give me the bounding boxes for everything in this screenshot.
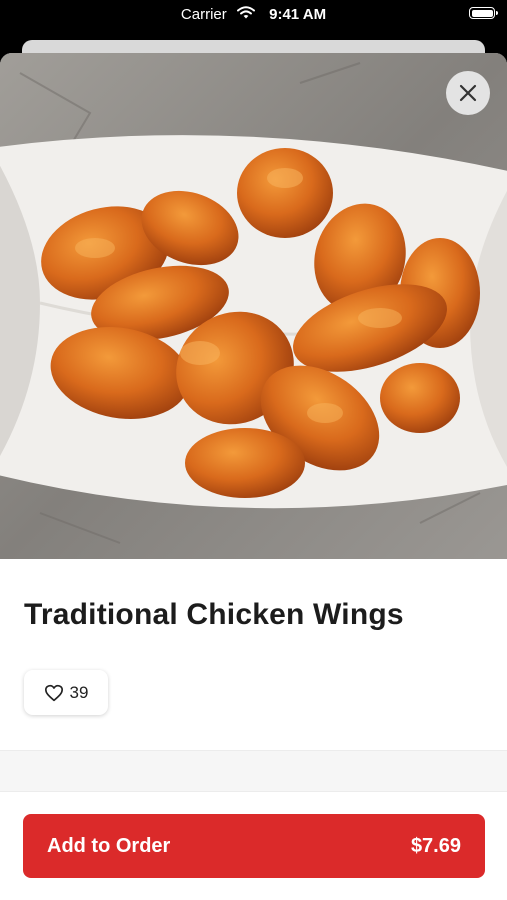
- add-to-order-button[interactable]: Add to Order $7.69: [23, 814, 485, 878]
- item-detail-sheet: Traditional Chicken Wings 39 Add to Orde…: [0, 53, 507, 900]
- wifi-icon: [236, 6, 255, 24]
- like-count: 39: [69, 682, 89, 702]
- battery-icon: [469, 7, 498, 19]
- close-button[interactable]: [446, 71, 490, 115]
- item-photo: [0, 53, 507, 559]
- order-price: $7.69: [410, 834, 461, 857]
- status-bar: Carrier 9:41 AM: [0, 0, 507, 34]
- add-to-order-label: Add to Order: [47, 834, 171, 857]
- like-button[interactable]: 39: [24, 670, 108, 715]
- close-icon: [459, 84, 477, 102]
- section-divider: [0, 750, 507, 792]
- carrier-label: Carrier: [180, 6, 227, 23]
- status-center: Carrier 9:41 AM: [0, 6, 507, 24]
- status-time: 9:41 AM: [269, 6, 327, 23]
- item-title: Traditional Chicken Wings: [24, 598, 404, 631]
- heart-icon: [44, 684, 63, 701]
